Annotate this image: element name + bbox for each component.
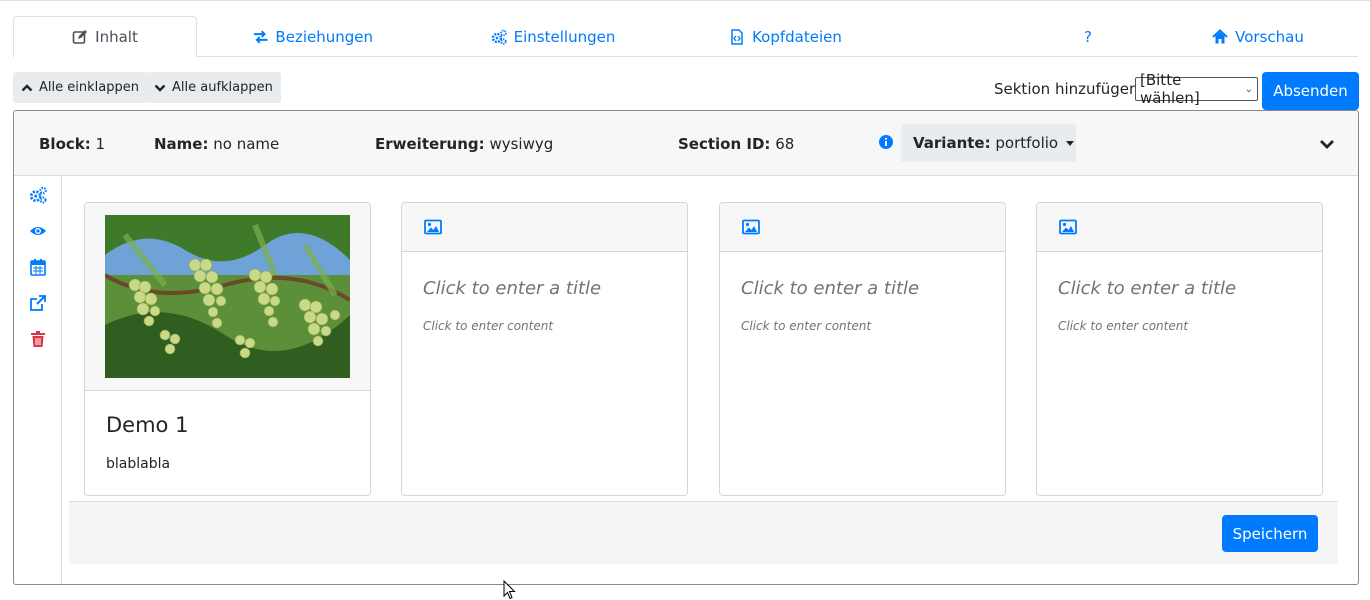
chevron-down-icon[interactable] bbox=[1319, 136, 1335, 152]
card-title-placeholder[interactable]: Click to enter a title bbox=[423, 278, 601, 299]
card-text[interactable]: blablabla bbox=[106, 456, 170, 472]
block-panel: Block: 1 Name: no name Erweiterung: wysi… bbox=[13, 110, 1359, 585]
portfolio-card-3[interactable]: Click to enter a title Click to enter co… bbox=[719, 202, 1006, 496]
cogs-icon[interactable] bbox=[29, 186, 47, 204]
tab-beziehungen[interactable]: Beziehungen bbox=[253, 16, 373, 57]
block-sidebar bbox=[14, 176, 62, 584]
block-extension-value: wysiwyg bbox=[489, 135, 554, 153]
block-header: Block: 1 Name: no name Erweiterung: wysi… bbox=[14, 111, 1358, 176]
block-number-value: 1 bbox=[95, 135, 106, 153]
block-section-value: 68 bbox=[775, 135, 795, 153]
card-title-placeholder[interactable]: Click to enter a title bbox=[741, 278, 919, 299]
tab-bar: Inhalt Beziehungen Einstellungen Kopfdat… bbox=[13, 16, 1358, 58]
tab-einstellungen-label: Einstellungen bbox=[513, 27, 616, 46]
block-footer: Speichern bbox=[69, 501, 1338, 564]
submit-button[interactable]: Absenden bbox=[1262, 72, 1359, 110]
tab-beziehungen-label: Beziehungen bbox=[275, 27, 373, 46]
block-extension-label: Erweiterung: bbox=[375, 135, 485, 153]
tab-vorschau[interactable]: Vorschau bbox=[1208, 16, 1308, 57]
block-section-id: Section ID: 68 bbox=[678, 135, 794, 153]
expand-all-label: Alle aufklappen bbox=[172, 80, 273, 95]
exchange-icon bbox=[253, 30, 268, 43]
cogs-icon bbox=[491, 29, 507, 45]
block-name: Name: no name bbox=[154, 135, 279, 153]
card-image-frame bbox=[85, 203, 370, 391]
card-content-placeholder[interactable]: Click to enter content bbox=[423, 319, 553, 333]
card-image-placeholder[interactable] bbox=[720, 203, 1005, 252]
portfolio-card-1[interactable]: Demo 1 blablabla bbox=[84, 202, 371, 496]
block-extension: Erweiterung: wysiwyg bbox=[375, 135, 553, 153]
external-link-icon[interactable] bbox=[29, 294, 47, 312]
portfolio-card-4[interactable]: Click to enter a title Click to enter co… bbox=[1036, 202, 1323, 496]
block-section-label: Section ID: bbox=[678, 135, 771, 153]
add-section-select[interactable]: [Bitte wählen] ⌄ bbox=[1135, 71, 1258, 107]
tab-kopfdateien-label: Kopfdateien bbox=[752, 27, 842, 46]
grapes-image[interactable] bbox=[105, 215, 350, 378]
card-image-placeholder[interactable] bbox=[402, 203, 687, 252]
caret-down-icon bbox=[1066, 140, 1075, 146]
tab-kopfdateien[interactable]: Kopfdateien bbox=[728, 16, 843, 57]
variant-dropdown[interactable]: Variante: portfolio bbox=[901, 124, 1076, 162]
block-number-label: Block: bbox=[39, 135, 91, 153]
variant-label: Variante: bbox=[913, 134, 991, 152]
tab-inhalt[interactable]: Inhalt bbox=[13, 16, 197, 58]
mouse-cursor-icon bbox=[503, 580, 516, 600]
tab-help-label: ? bbox=[1084, 27, 1092, 46]
trash-icon[interactable] bbox=[29, 330, 47, 348]
save-button[interactable]: Speichern bbox=[1222, 515, 1318, 552]
add-section-select-value: [Bitte wählen] bbox=[1140, 71, 1200, 107]
chevron-down-icon bbox=[154, 84, 166, 92]
block-name-label: Name: bbox=[154, 135, 209, 153]
card-title[interactable]: Demo 1 bbox=[106, 413, 188, 437]
block-name-value: no name bbox=[213, 135, 280, 153]
tab-einstellungen[interactable]: Einstellungen bbox=[488, 16, 618, 57]
calendar-icon[interactable] bbox=[29, 258, 47, 276]
top-divider bbox=[0, 0, 1370, 1]
tab-help[interactable]: ? bbox=[1073, 16, 1103, 57]
card-content-placeholder[interactable]: Click to enter content bbox=[741, 319, 871, 333]
collapse-all-button[interactable]: Alle einklappen bbox=[13, 72, 147, 103]
home-icon bbox=[1212, 28, 1228, 43]
select-caret-icon: ⌄ bbox=[1244, 83, 1253, 95]
edit-icon bbox=[72, 30, 88, 44]
image-icon bbox=[1059, 219, 1077, 235]
add-section-label: Sektion hinzufügen bbox=[994, 80, 1139, 98]
eye-icon[interactable] bbox=[29, 222, 47, 240]
chevron-up-icon bbox=[21, 83, 33, 91]
card-title-placeholder[interactable]: Click to enter a title bbox=[1058, 278, 1236, 299]
file-code-icon bbox=[731, 28, 743, 45]
variant-value: portfolio bbox=[995, 134, 1059, 152]
block-number: Block: 1 bbox=[39, 135, 105, 153]
expand-all-button[interactable]: Alle aufklappen bbox=[146, 72, 281, 103]
tab-vorschau-label: Vorschau bbox=[1235, 27, 1304, 46]
image-icon bbox=[742, 219, 760, 235]
info-icon[interactable] bbox=[879, 135, 893, 149]
tab-inhalt-label: Inhalt bbox=[95, 28, 138, 46]
image-icon bbox=[424, 219, 442, 235]
portfolio-card-2[interactable]: Click to enter a title Click to enter co… bbox=[401, 202, 688, 496]
card-image-placeholder[interactable] bbox=[1037, 203, 1322, 252]
card-content-placeholder[interactable]: Click to enter content bbox=[1058, 319, 1188, 333]
collapse-all-label: Alle einklappen bbox=[39, 80, 139, 95]
